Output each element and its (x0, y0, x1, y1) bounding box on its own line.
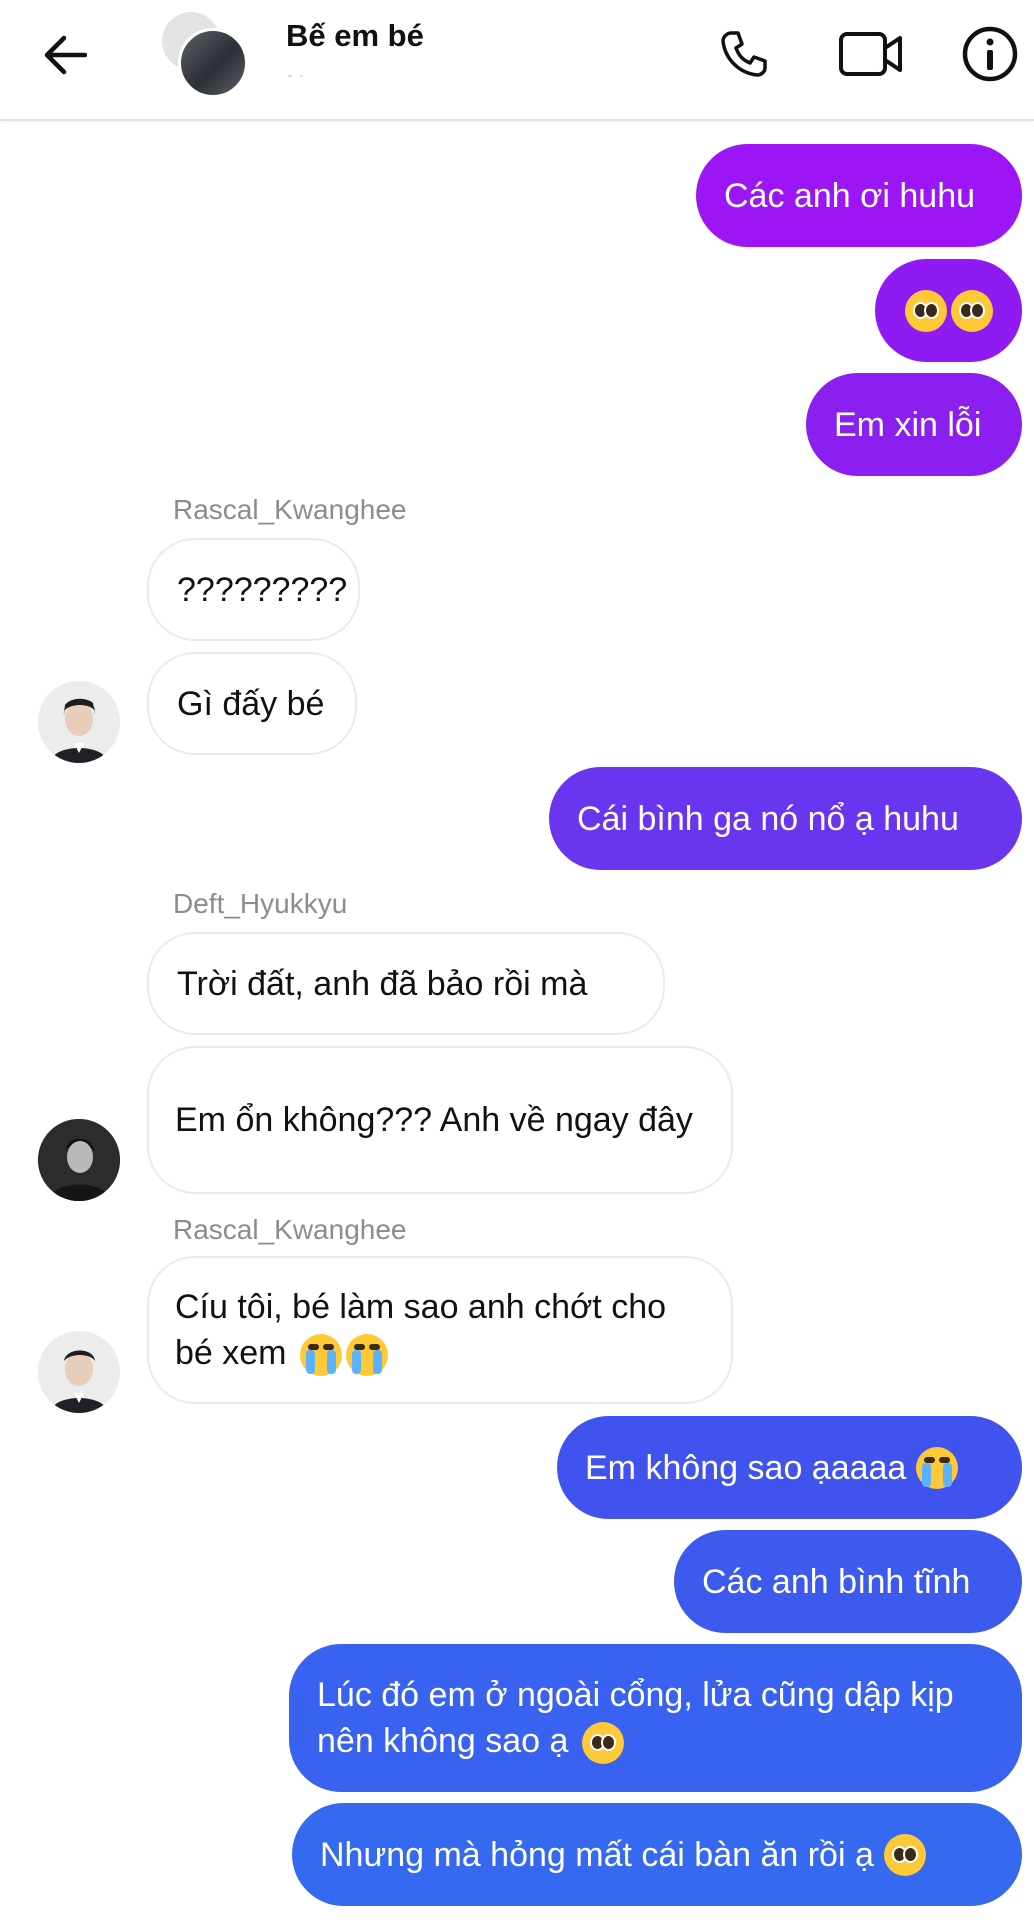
incoming-message[interactable]: ????????? (147, 538, 360, 641)
chat-header: Bế em bé - · (0, 0, 1034, 121)
message-text: Em ổn không??? Anh về ngay đây (175, 1101, 693, 1139)
message-text: Gì đấy bé (177, 684, 325, 723)
message-text: Các anh bình tĩnh (702, 1562, 971, 1601)
pleading-face-icon (883, 1833, 926, 1876)
incoming-message[interactable]: Gì đấy bé (147, 652, 357, 755)
sender-name: Rascal_Kwanghee (173, 494, 407, 525)
sender-avatar[interactable] (38, 681, 120, 763)
video-camera-icon (839, 32, 902, 76)
message-text: Các anh ơi huhu (724, 176, 976, 215)
message-text: Cái bình ga nó nổ ạ huhu (577, 799, 959, 838)
outgoing-message[interactable] (875, 259, 1022, 362)
sender-avatar[interactable] (38, 1331, 120, 1413)
incoming-message[interactable]: Cíu tôi, bé làm sao anh chớt cho bé xem (147, 1256, 733, 1404)
message-text-with-emoji: Lúc đó em ở ngoài cổng, lửa cũng dập kịp… (317, 1672, 994, 1764)
outgoing-message[interactable]: Cái bình ga nó nổ ạ huhu (549, 767, 1022, 870)
outgoing-message[interactable]: Em xin lỗi (806, 373, 1022, 476)
person-photo-icon (38, 1119, 120, 1201)
crying-face-icon (299, 1334, 342, 1376)
phone-icon (721, 31, 767, 77)
outgoing-message[interactable]: Các anh bình tĩnh (674, 1530, 1022, 1633)
message-text: Em không sao ạaaaa (585, 1448, 907, 1487)
person-photo-icon (38, 1331, 120, 1413)
message-list[interactable]: Các anh ơi huhu Em xin lỗi Rascal_Kwangh… (0, 119, 1034, 1920)
back-arrow-icon (44, 35, 87, 75)
video-call-button[interactable] (836, 22, 906, 86)
back-button[interactable] (38, 28, 92, 82)
sender-avatar[interactable] (38, 1119, 120, 1201)
voice-call-button[interactable] (712, 22, 776, 86)
message-text-with-emoji: Cíu tôi, bé làm sao anh chớt cho bé xem (175, 1284, 705, 1376)
crying-face-icon (916, 1446, 959, 1489)
crying-face-icon (345, 1334, 388, 1376)
incoming-message[interactable]: Em ổn không??? Anh về ngay đây (147, 1046, 733, 1194)
message-text: ????????? (177, 570, 348, 609)
group-avatar-photo (178, 28, 248, 98)
group-avatar[interactable] (158, 12, 250, 98)
person-photo-icon (38, 681, 120, 763)
pleading-face-icon (581, 1722, 624, 1764)
pleading-face-icon (951, 289, 993, 332)
outgoing-message[interactable]: Các anh ơi huhu (696, 144, 1022, 247)
pleading-face-icon (905, 289, 947, 332)
message-text: Nhưng mà hỏng mất cái bàn ăn rồi ạ (320, 1835, 874, 1874)
chat-status: - · (288, 68, 306, 82)
message-text: Trời đất, anh đã bảo rồi mà (177, 964, 588, 1003)
sender-name: Rascal_Kwanghee (173, 1214, 407, 1245)
incoming-message[interactable]: Trời đất, anh đã bảo rồi mà (147, 932, 665, 1035)
info-button[interactable] (958, 22, 1022, 86)
sender-name: Deft_Hyukkyu (173, 888, 348, 919)
outgoing-message[interactable]: Lúc đó em ở ngoài cổng, lửa cũng dập kịp… (289, 1644, 1022, 1792)
chat-title[interactable]: Bế em bé (286, 18, 424, 54)
message-text: Em xin lỗi (834, 405, 982, 444)
outgoing-message[interactable]: Em không sao ạaaaa (557, 1416, 1022, 1519)
info-icon (962, 26, 1018, 82)
outgoing-message[interactable]: Nhưng mà hỏng mất cái bàn ăn rồi ạ (292, 1803, 1022, 1906)
